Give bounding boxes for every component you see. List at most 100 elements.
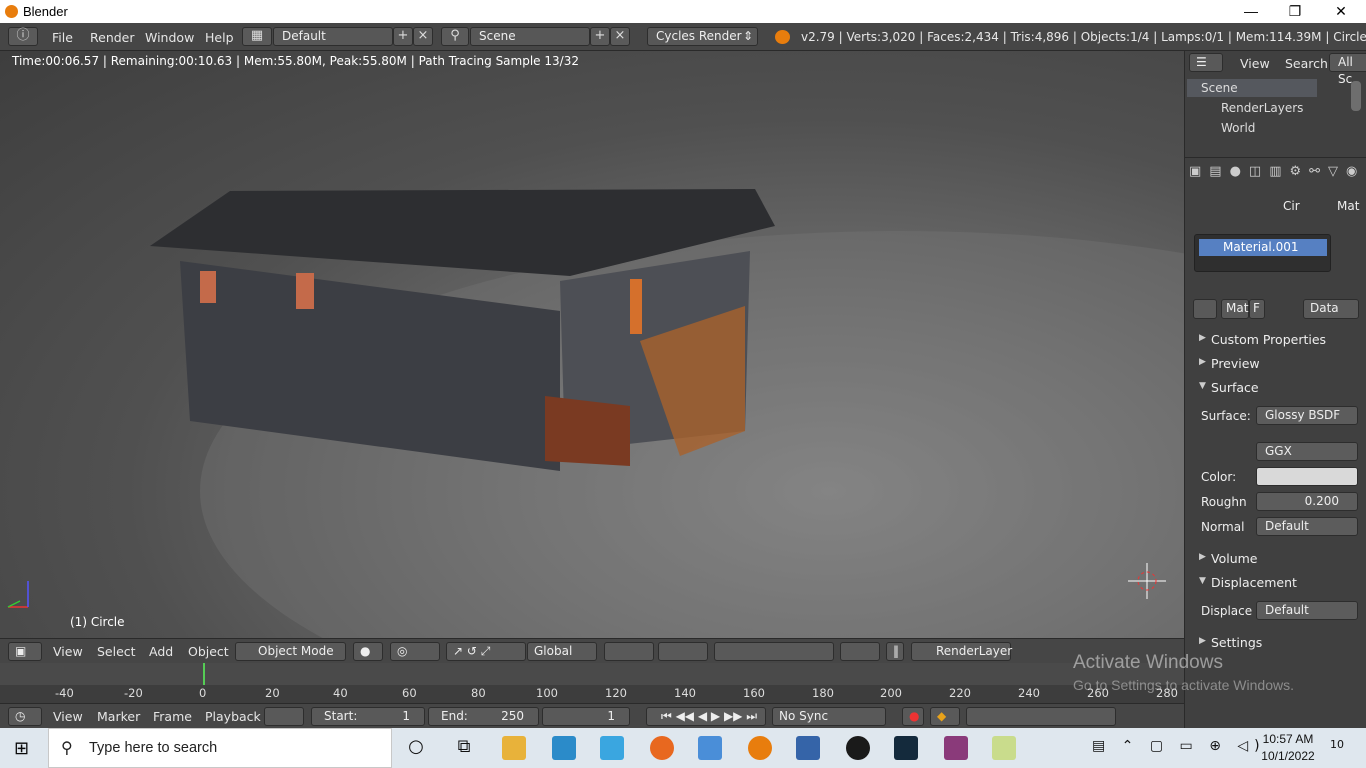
menu-file[interactable]: File [52,30,73,45]
delete-layout-icon[interactable]: × [413,27,433,46]
menu-select[interactable]: Select [97,644,136,659]
menu-view[interactable]: View [53,709,83,724]
current-frame-marker[interactable] [203,663,205,685]
app-icon-dolphin[interactable] [552,736,576,760]
3d-viewport[interactable]: Time:00:06.57 | Remaining:00:10.63 | Mem… [0,51,1184,638]
timeline-editor[interactable]: -40 -20 0 20 40 60 80 100 120 140 160 18… [0,663,1184,703]
scene-icon[interactable]: ⚲ [441,27,469,46]
viewport-shading-icon[interactable]: ● [353,642,383,661]
windows-start-icon[interactable]: ⊞ [14,740,32,758]
file-explorer-icon[interactable] [502,736,526,760]
material-slot-list[interactable]: Material.001 [1194,234,1331,272]
render-layer-field[interactable]: RenderLayer [911,642,1012,661]
menu-view[interactable]: View [1240,56,1270,71]
cortana-icon[interactable]: ○ [404,736,428,760]
menu-render[interactable]: Render [90,30,135,45]
panel-volume[interactable]: ▶ Volume [1185,547,1366,571]
surface-label: Surface: [1201,409,1251,423]
render-preview-icon[interactable] [840,642,880,661]
panel-displacement[interactable]: ▼ Displacement [1185,571,1366,595]
app-icon-puzzle[interactable] [600,736,624,760]
menu-object[interactable]: Object [188,644,229,659]
menu-window[interactable]: Window [145,30,194,45]
app-icon-diamond[interactable] [698,736,722,760]
menu-view[interactable]: View [53,644,83,659]
taskbar-clock[interactable]: 10:57 AM 10/1/2022 [1258,731,1318,765]
system-tray-icons[interactable]: ▤ ⌃ ▢ ▭ ⊕ ◁) [1092,738,1266,754]
scene-field[interactable]: Scene [470,27,590,46]
distribution-dropdown[interactable]: GGX [1256,442,1358,461]
notification-icon[interactable]: 10 [1326,738,1348,758]
breadcrumb-material: Mat [1337,199,1360,213]
panel-title: Preview [1211,356,1260,371]
taskbar-search-box[interactable]: ⚲ Type here to search [48,728,392,768]
winrar-icon[interactable] [944,736,968,760]
snap-tools-icons[interactable] [714,642,834,661]
mode-dropdown[interactable]: Object Mode [235,642,346,661]
color-swatch[interactable] [1256,467,1358,486]
close-button[interactable]: ✕ [1318,0,1364,23]
preview-range-icons[interactable] [264,707,304,726]
pause-icon[interactable]: ‖ [886,642,904,661]
surface-shader-dropdown[interactable]: Glossy BSDF [1256,406,1358,425]
layers-grid-2[interactable] [658,642,708,661]
display-mode-dropdown[interactable]: All Sc [1329,53,1366,86]
material-name-field[interactable]: Mat [1221,299,1249,319]
keying-set-field[interactable] [966,707,1116,726]
start-frame-field[interactable]: Start: 1 [311,707,425,726]
panel-custom-properties[interactable]: ▶ Custom Properties [1185,328,1366,352]
editor-type-3d-icon[interactable]: ▣ [8,642,42,661]
outliner[interactable]: ☰ View Search All Sc Scene RenderLayers … [1184,51,1366,157]
menu-help[interactable]: Help [205,30,234,45]
properties-editor[interactable]: ▣▤●◫▥⚙⚯▽◉▦ Cir Mat Material.001 Mat F Da… [1184,157,1366,728]
app-icon-media[interactable] [796,736,820,760]
firefox-icon[interactable] [650,736,674,760]
app-icon-dark[interactable] [894,736,918,760]
record-icon[interactable]: ● [902,707,924,726]
keyframe-icon[interactable]: ◆ [930,707,960,726]
material-sphere-icon[interactable] [1193,299,1217,319]
paint-icon[interactable] [992,736,1016,760]
outliner-item-scene[interactable]: Scene [1187,79,1317,97]
add-layout-icon[interactable]: + [393,27,413,46]
material-slot-row[interactable]: Material.001 [1199,239,1327,256]
outliner-scrollbar[interactable] [1351,81,1361,111]
panel-preview[interactable]: ▶ Preview [1185,352,1366,376]
normal-dropdown[interactable]: Default [1256,517,1358,536]
screen-layout-icon[interactable]: ▦ [242,27,272,46]
playback-controls[interactable]: ⏮ ◀◀ ◀ ▶ ▶▶ ⏭ [646,707,766,726]
menu-frame[interactable]: Frame [153,709,192,724]
blender-taskbar-icon[interactable] [748,736,772,760]
menu-search[interactable]: Search [1285,56,1328,71]
clock-time: 10:57 AM [1262,732,1314,746]
outliner-item-renderlayers[interactable]: RenderLayers [1221,101,1303,115]
task-view-icon[interactable]: ⧉ [452,736,476,760]
roughness-slider[interactable]: 0.200 [1256,492,1358,511]
delete-scene-icon[interactable]: × [610,27,630,46]
link-dropdown[interactable]: Data [1303,299,1359,319]
orientation-dropdown[interactable]: Global [527,642,597,661]
menu-playback[interactable]: Playback [205,709,261,724]
editor-type-timeline-icon[interactable]: ◷ [8,707,42,726]
outliner-item-world[interactable]: World [1221,121,1255,135]
fake-user-toggle[interactable]: F [1249,299,1265,319]
restore-button[interactable]: ❐ [1272,0,1318,23]
sync-dropdown[interactable]: No Sync [772,707,886,726]
menu-add[interactable]: Add [149,644,173,659]
render-engine-dropdown[interactable]: Cycles Render ⇕ [647,27,758,46]
minimize-button[interactable]: — [1228,0,1274,23]
manipulator-icons[interactable]: ↗ ↺ ⤢ [446,642,526,661]
panel-surface[interactable]: ▼ Surface [1185,376,1366,400]
current-frame-field[interactable]: 1 [542,707,630,726]
screen-layout-field[interactable]: Default [273,27,393,46]
properties-context-tabs[interactable]: ▣▤●◫▥⚙⚯▽◉▦ [1189,164,1366,186]
unreal-icon[interactable] [846,736,870,760]
editor-type-outliner-icon[interactable]: ☰ [1189,53,1223,72]
menu-marker[interactable]: Marker [97,709,140,724]
editor-type-info-icon[interactable]: ⓘ [8,27,38,46]
displace-dropdown[interactable]: Default [1256,601,1358,620]
add-scene-icon[interactable]: + [590,27,610,46]
layers-grid-1[interactable] [604,642,654,661]
end-frame-field[interactable]: End: 250 [428,707,539,726]
pivot-point-icon[interactable]: ◎ [390,642,440,661]
